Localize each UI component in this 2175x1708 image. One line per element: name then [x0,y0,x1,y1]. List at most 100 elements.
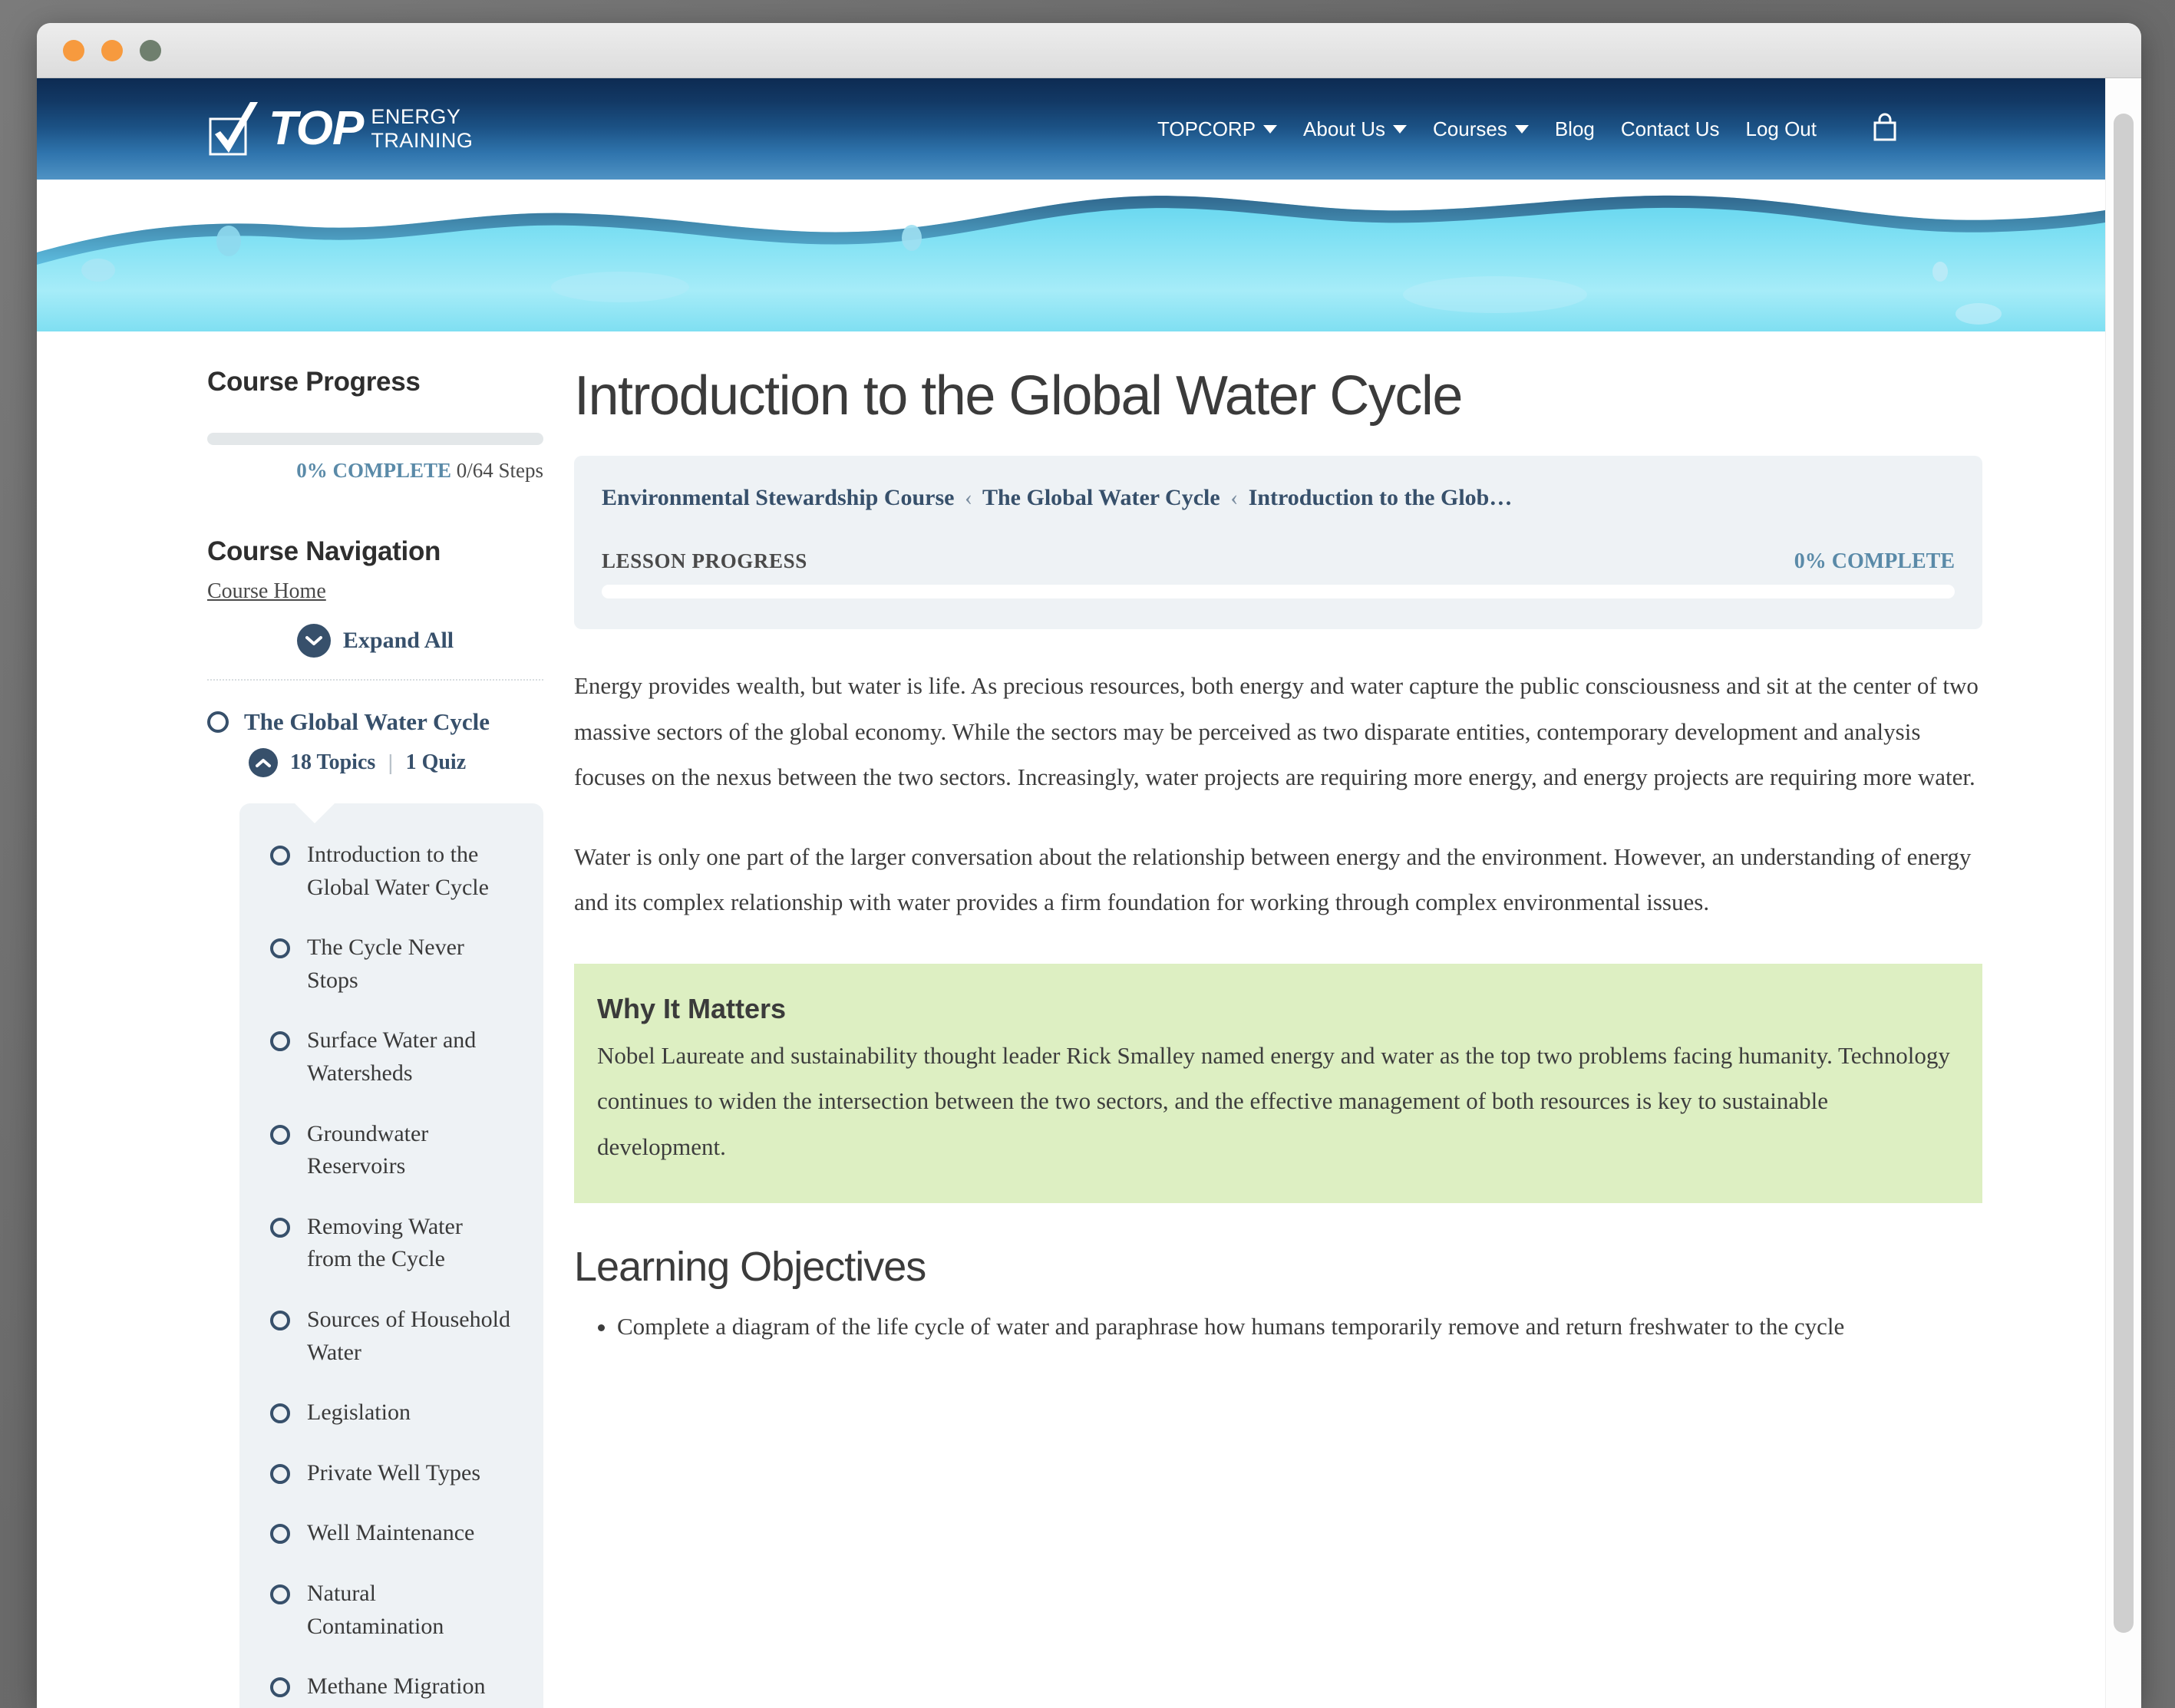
topic-label: Legislation [307,1400,411,1426]
water-surface-illustration [37,180,2105,331]
sidebar-lesson-the-global-water-cycle[interactable]: The Global Water Cycle [207,708,543,736]
vertical-scrollbar[interactable] [2105,78,2141,1708]
zoom-button[interactable] [140,40,161,61]
nav-item-blog[interactable]: Blog [1555,117,1595,141]
chevron-up-icon [249,748,278,777]
nav-item-courses[interactable]: Courses [1433,117,1529,141]
topic-label: Surface Water and Watersheds [307,1027,477,1086]
incomplete-status-icon [270,1403,290,1424]
topic-list-item[interactable]: Natural Contamination [270,1578,513,1643]
lesson-main-column: Introduction to the Global Water Cycle E… [574,367,2105,1708]
topic-list-item[interactable]: Surface Water and Watersheds [270,1024,513,1090]
course-progress-meta: 0% COMPLETE 0/64 Steps [207,459,543,483]
site-header: TOP ENERGY TRAINING TOPCORP About Us Cou… [37,78,2105,180]
sidebar-lesson-meta[interactable]: 18 Topics | 1 Quiz [249,748,543,777]
lesson-paragraph: Water is only one part of the larger con… [574,842,1972,916]
topic-list-item[interactable]: Removing Water from the Cycle [270,1211,513,1276]
course-progress-bar [207,433,543,445]
incomplete-status-icon [270,1031,290,1052]
quiz-count-label: 1 Quiz [405,750,467,774]
lesson-progress-row: LESSON PROGRESS 0% COMPLETE [602,549,1955,574]
breadcrumb-item-topic[interactable]: Introduction to the Glob… [1249,485,1513,510]
incomplete-status-icon [270,1677,290,1698]
nav-label-log-out: Log Out [1745,117,1817,140]
topic-list-item[interactable]: Introduction to the Global Water Cycle [270,839,513,904]
lesson-paragraph: Energy provides wealth, but water is lif… [574,672,1979,791]
desktop-background: TOP ENERGY TRAINING TOPCORP About Us Cou… [0,0,2175,1708]
logo-energy-text: ENERGY [371,104,461,128]
topic-list-panel: Introduction to the Global Water Cycle T… [239,803,543,1708]
minimize-button[interactable] [101,40,123,61]
lesson-progress-percent: 0% COMPLETE [1794,549,1955,574]
incomplete-status-icon [270,1217,290,1238]
topic-list-item[interactable]: Methane Migration [270,1670,513,1703]
course-sidebar: Course Progress 0% COMPLETE 0/64 Steps C… [37,367,574,1708]
lesson-progress-label: LESSON PROGRESS [602,549,807,573]
browser-viewport: TOP ENERGY TRAINING TOPCORP About Us Cou… [37,78,2141,1708]
lesson-progress-bar [602,585,1955,599]
incomplete-status-icon [270,1310,290,1330]
breadcrumb-separator: ‹ [965,485,972,511]
logo-top-text: TOP [269,102,364,155]
breadcrumb-separator: ‹ [1230,485,1239,511]
topic-label: Removing Water from the Cycle [307,1213,463,1272]
window-controls [63,40,161,61]
learning-objectives-list: Complete a diagram of the life cycle of … [574,1304,1982,1350]
topic-label: Natural Contamination [307,1580,444,1639]
hero-water-banner [37,180,2105,331]
incomplete-status-icon [270,846,290,866]
topic-label: Sources of Household Water [307,1306,510,1365]
breadcrumb: Environmental Stewardship Course ‹ The G… [602,485,1955,511]
logo-training-text: TRAINING [371,129,474,152]
nav-item-about-us[interactable]: About Us [1303,117,1407,141]
nav-item-log-out[interactable]: Log Out [1745,117,1817,141]
topic-label: Private Well Types [307,1459,481,1485]
nav-label-about-us: About Us [1303,117,1385,140]
learning-objective-item: Complete a diagram of the life cycle of … [617,1304,1982,1350]
why-it-matters-callout: Why It Matters Nobel Laureate and sustai… [574,963,1982,1204]
topic-label: The Cycle Never Stops [307,935,464,993]
breadcrumb-item-lesson[interactable]: The Global Water Cycle [982,485,1220,510]
browser-window: TOP ENERGY TRAINING TOPCORP About Us Cou… [37,23,2141,1708]
course-progress-percent: 0% COMPLETE [296,459,451,482]
nav-label-blog: Blog [1554,117,1595,140]
logo-subtitle: ENERGY TRAINING [371,105,473,153]
site-logo[interactable]: TOP ENERGY TRAINING [207,101,473,157]
callout-title: Why It Matters [597,992,787,1024]
sidebar-lesson-label: The Global Water Cycle [244,708,490,735]
nav-item-contact-us[interactable]: Contact Us [1621,117,1720,141]
breadcrumb-item-course[interactable]: Environmental Stewardship Course [602,485,955,510]
nav-label-contact-us: Contact Us [1620,117,1720,140]
topic-list-item[interactable]: The Cycle Never Stops [270,931,513,997]
logo-wordmark: TOP ENERGY TRAINING [269,105,473,153]
checkmark-logo-icon [207,101,261,157]
chevron-down-icon [1263,124,1278,134]
course-home-link[interactable]: Course Home [207,579,326,604]
incomplete-status-icon [270,1463,290,1484]
shopping-bag-icon[interactable] [1872,112,1898,147]
topic-list-item[interactable]: Groundwater Reservoirs [270,1118,513,1183]
main-navigation: TOPCORP About Us Courses Blog Contact Us… [1157,112,1898,147]
expand-all-label: Expand All [342,628,454,653]
topic-list-item[interactable]: Sources of Household Water [270,1304,513,1369]
topic-label: Methane Migration [307,1673,486,1700]
close-button[interactable] [63,40,84,61]
nav-label-courses: Courses [1433,117,1507,140]
scrollbar-thumb[interactable] [2114,114,2134,1633]
incomplete-status-icon [270,1524,290,1545]
incomplete-status-icon [207,711,229,733]
course-progress-steps: 0/64 Steps [456,459,543,482]
page-title: Introduction to the Global Water Cycle [574,365,1463,427]
topic-list-item[interactable]: Well Maintenance [270,1517,513,1550]
incomplete-status-icon [270,1584,290,1604]
topics-count-label: 18 Topics [290,750,376,774]
chevron-down-icon [296,624,331,658]
topic-list-item[interactable]: Private Well Types [270,1457,513,1490]
incomplete-status-icon [270,938,290,959]
expand-all-button[interactable]: Expand All [207,624,543,681]
chevron-down-icon [1393,124,1407,134]
topic-list-item[interactable]: Legislation [270,1396,513,1429]
meta-separator: | [388,750,394,774]
page-content: Course Progress 0% COMPLETE 0/64 Steps C… [37,331,2105,1708]
nav-item-topcorp[interactable]: TOPCORP [1157,117,1278,141]
